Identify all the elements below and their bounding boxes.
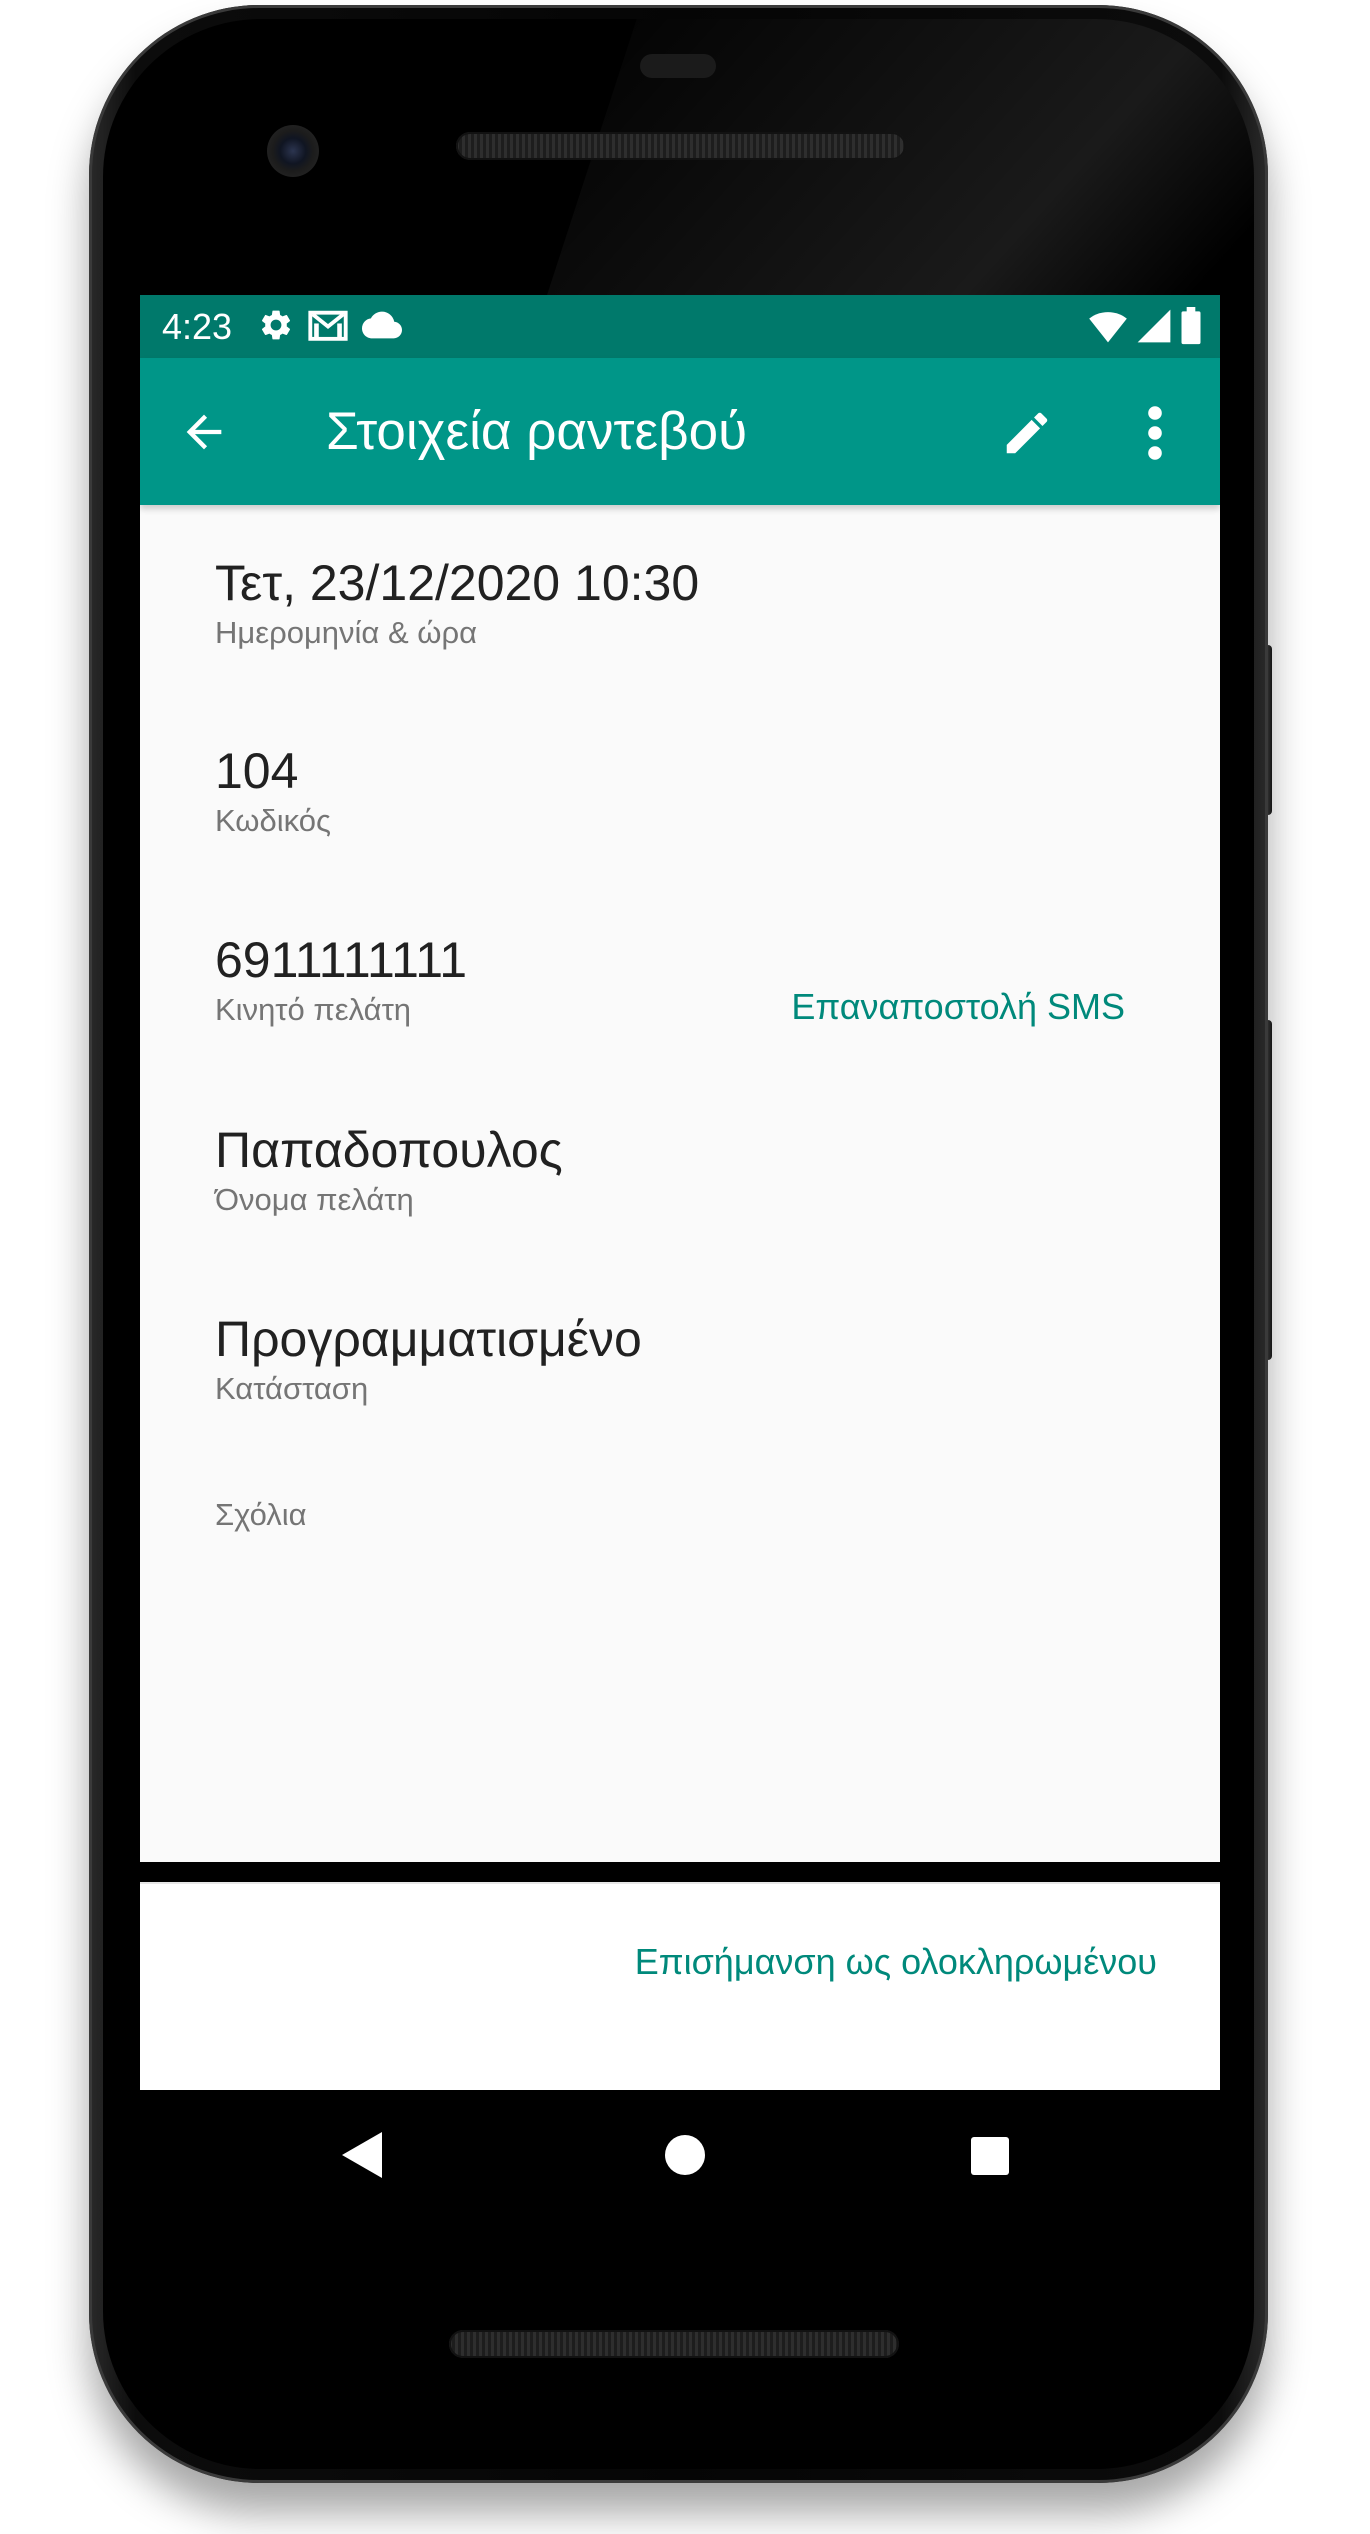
settings-gear-icon <box>261 310 291 340</box>
navigation-bar <box>140 2090 1220 2220</box>
mobile-field: 6911111111 Κινητό πελάτη <box>215 930 467 1028</box>
datetime-value: Τετ, 23/12/2020 10:30 <box>215 555 700 611</box>
status-label: Κατάσταση <box>215 1371 369 1406</box>
phone-screen: 4:23 Στοιχεία ραντεβού Τετ, 23/12/2020 1… <box>140 295 1220 2090</box>
top-sensor-slot <box>640 54 716 78</box>
mobile-label: Κινητό πελάτη <box>215 992 412 1027</box>
status-bar: 4:23 <box>140 295 1220 358</box>
nav-home-circle-icon[interactable] <box>662 2132 708 2178</box>
code-field: 104 Κωδικός <box>215 741 331 839</box>
cell-signal-icon <box>1137 309 1171 343</box>
notification-icons <box>258 307 402 343</box>
gmail-icon <box>308 310 348 341</box>
comments-value <box>215 1435 307 1495</box>
wifi-icon <box>1089 312 1127 343</box>
resend-sms-button[interactable]: Επαναποστολή SMS <box>791 985 1125 1029</box>
page-title: Στοιχεία ραντεβού <box>326 402 748 461</box>
datetime-field: Τετ, 23/12/2020 10:30 Ημερομηνία & ώρα <box>215 553 699 651</box>
device-mockup: 4:23 Στοιχεία ραντεβού Τετ, 23/12/2020 1… <box>0 0 1370 2534</box>
nav-recents-square-icon[interactable] <box>970 2136 1010 2176</box>
customer-name-value: Παπαδοπουλος <box>215 1122 563 1178</box>
customer-name-field: Παπαδοπουλος Όνομα πελάτη <box>215 1120 563 1218</box>
datetime-label: Ημερομηνία & ώρα <box>215 615 478 650</box>
appointment-details: Τετ, 23/12/2020 10:30 Ημερομηνία & ώρα 1… <box>140 505 1220 1862</box>
system-icons <box>1088 307 1202 345</box>
more-vert-icon[interactable] <box>1140 403 1170 463</box>
status-value: Προγραμματισμένο <box>215 1311 642 1367</box>
bottom-speaker <box>449 2330 899 2358</box>
comments-label: Σχόλια <box>215 1497 307 1532</box>
app-bar: Στοιχεία ραντεβού <box>140 358 1220 505</box>
footer-actions: Επισήμανση ως ολοκληρωμένου <box>140 1884 1220 2090</box>
battery-icon <box>1181 307 1201 345</box>
pencil-icon[interactable] <box>1000 406 1054 460</box>
nav-back-triangle-icon[interactable] <box>340 2130 384 2180</box>
code-label: Κωδικός <box>215 803 331 838</box>
arrow-back-icon[interactable] <box>178 406 230 458</box>
status-field: Προγραμματισμένο Κατάσταση <box>215 1309 642 1407</box>
mark-complete-button[interactable]: Επισήμανση ως ολοκληρωμένου <box>635 1940 1157 1984</box>
code-value: 104 <box>215 743 299 799</box>
status-time: 4:23 <box>162 306 233 347</box>
earpiece-speaker <box>456 132 906 160</box>
front-camera <box>267 125 319 177</box>
customer-name-label: Όνομα πελάτη <box>215 1182 414 1217</box>
comments-field: Σχόλια <box>215 1435 307 1533</box>
mobile-value: 6911111111 <box>215 932 468 988</box>
cloud-icon <box>362 311 402 339</box>
